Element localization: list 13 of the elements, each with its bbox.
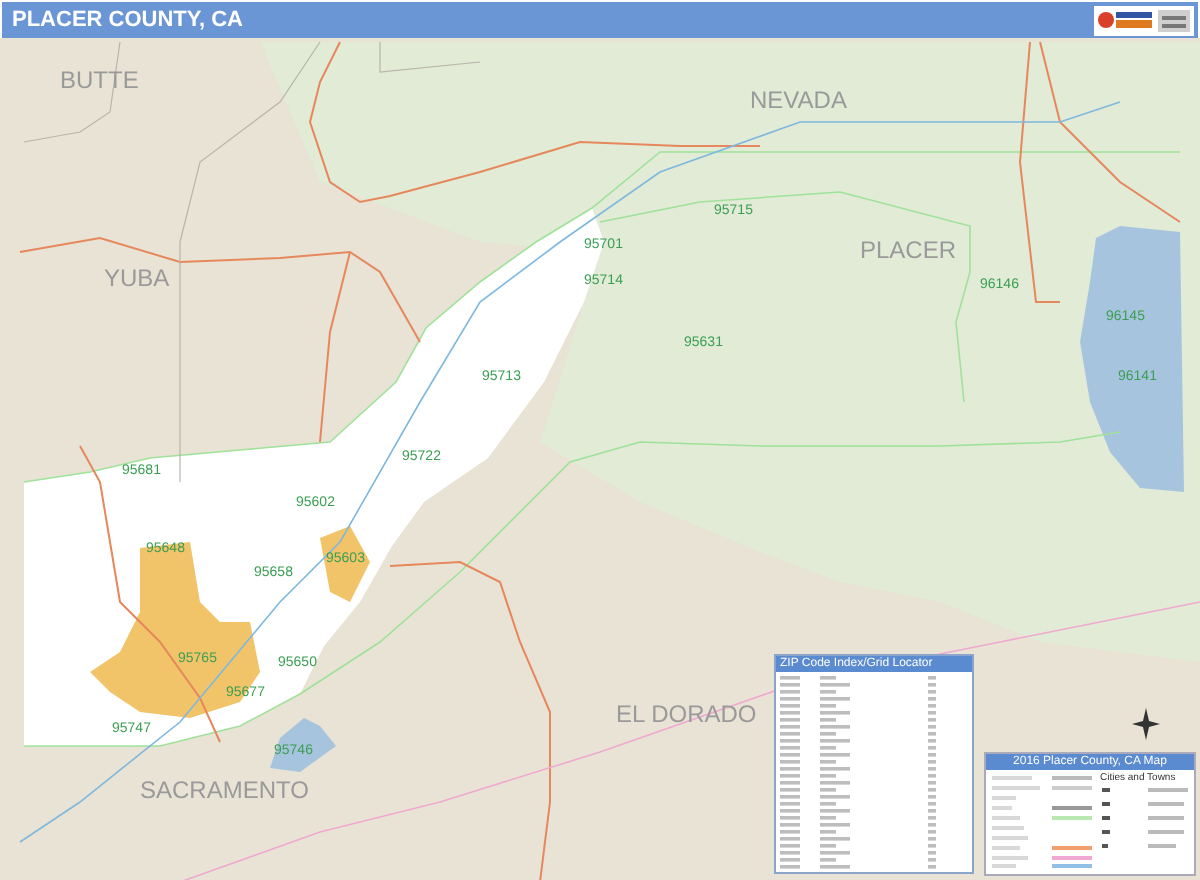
lake-shape [270, 718, 336, 772]
map-title: PLACER COUNTY, CA [12, 8, 244, 32]
county-label: SACRAMENTO [140, 776, 309, 804]
county-label: PLACER [860, 236, 957, 264]
county-label: YUBA [104, 264, 170, 292]
county-label: BUTTE [60, 66, 139, 94]
county-label: EL DORADO [616, 700, 757, 728]
logo-drawing [1094, 5, 1194, 35]
legend-swatches-drawing [988, 772, 1096, 872]
city-area [320, 526, 370, 602]
county-label: NEVADA [750, 86, 847, 114]
compass-icon [1132, 708, 1160, 740]
county-boundary-line [379, 41, 481, 73]
